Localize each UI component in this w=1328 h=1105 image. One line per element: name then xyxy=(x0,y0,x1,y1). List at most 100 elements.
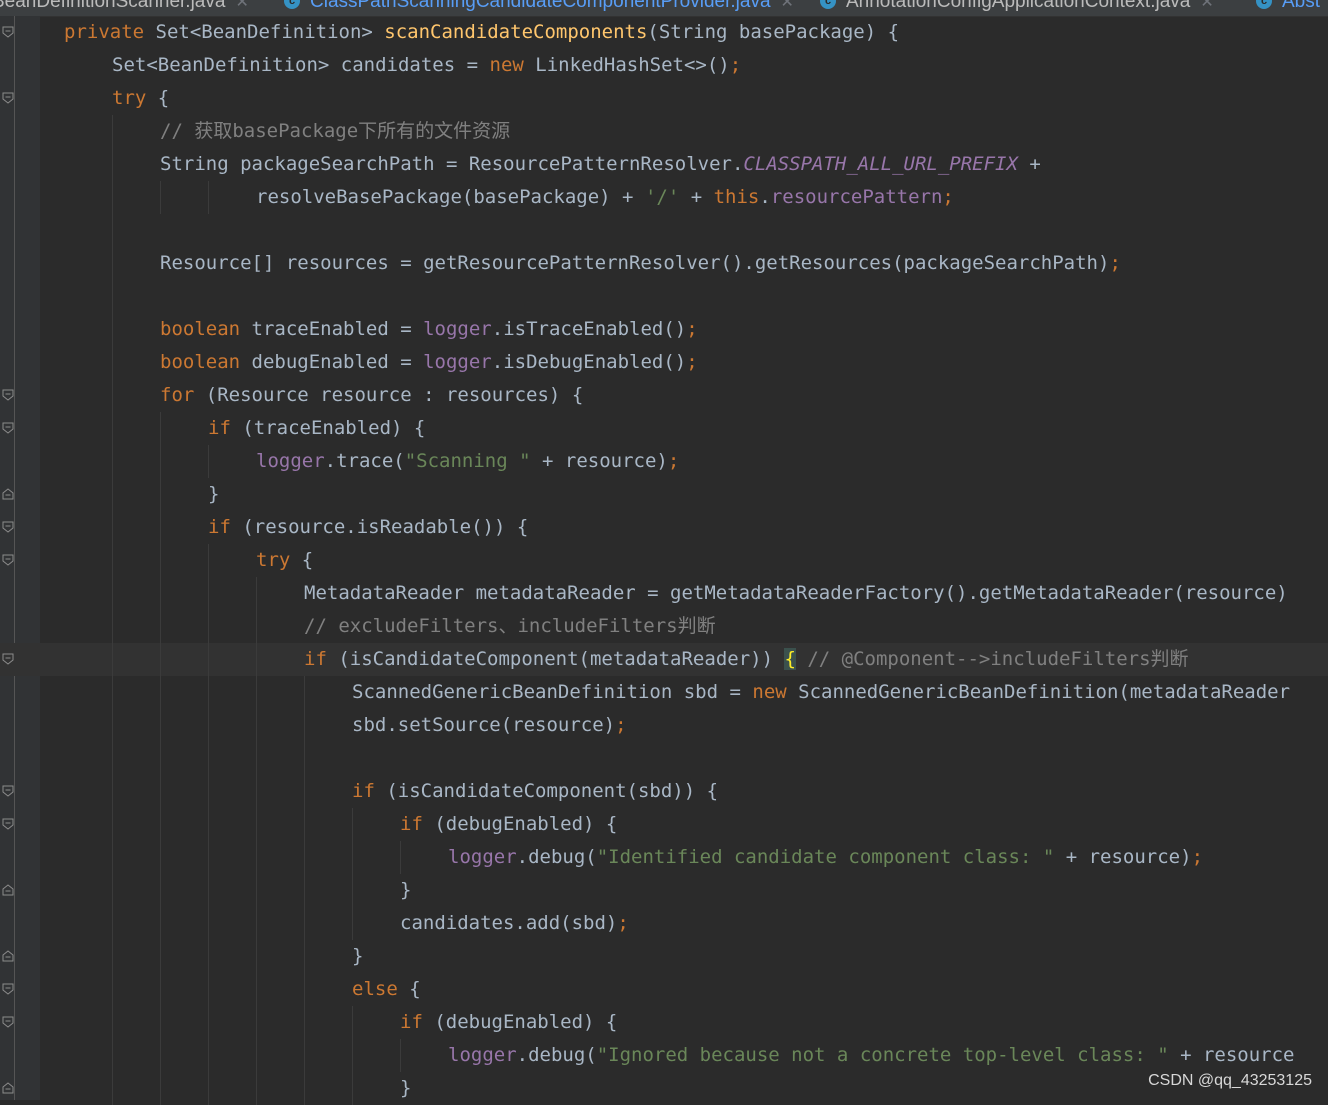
code-token: + resource) xyxy=(530,450,668,472)
fold-collapse-icon[interactable] xyxy=(2,983,14,995)
fold-collapse-icon[interactable] xyxy=(2,422,14,434)
indent-guide xyxy=(112,775,113,808)
code-line[interactable]: logger.debug("Ignored because not a conc… xyxy=(0,1039,1328,1072)
code-line[interactable]: if (debugEnabled) { xyxy=(0,808,1328,841)
close-icon[interactable]: ✕ xyxy=(1200,0,1213,11)
indent-guide xyxy=(112,808,113,841)
code-line[interactable] xyxy=(0,742,1328,775)
tab-bean-definition-scanner[interactable]: BeanDefinitionScanner.java ✕ xyxy=(0,0,255,16)
code-line[interactable]: } xyxy=(0,874,1328,907)
code-token: resourcePattern xyxy=(770,186,943,208)
code-token: { xyxy=(784,648,796,670)
code-line[interactable] xyxy=(0,280,1328,313)
editor-tab-bar: BeanDefinitionScanner.java ✕ c ClassPathSc… xyxy=(0,0,1328,17)
indent-guide xyxy=(304,742,305,775)
fold-end-icon[interactable] xyxy=(2,950,14,962)
indent-guide xyxy=(256,907,257,940)
code-line[interactable]: } xyxy=(0,1072,1328,1105)
code-token: (Resource resource : resources) { xyxy=(205,384,584,406)
indent-guide xyxy=(208,1039,209,1072)
code-token: new xyxy=(489,54,536,76)
code-line[interactable]: } xyxy=(0,478,1328,511)
fold-collapse-icon[interactable] xyxy=(2,389,14,401)
code-token: boolean xyxy=(160,351,252,373)
code-line[interactable]: boolean traceEnabled = logger.isTraceEna… xyxy=(0,313,1328,346)
indent-guide xyxy=(112,115,113,148)
code-line[interactable]: resolveBasePackage(basePackage) + '/' + … xyxy=(0,181,1328,214)
code-line[interactable]: boolean debugEnabled = logger.isDebugEna… xyxy=(0,346,1328,379)
code-line[interactable]: private Set<BeanDefinition> scanCandidat… xyxy=(0,16,1328,49)
code-line[interactable]: sbd.setSource(resource); xyxy=(0,709,1328,742)
code-token: scanCandidateComponents xyxy=(384,21,648,43)
indent-guide xyxy=(112,181,113,214)
indent-guide xyxy=(400,841,401,874)
indent-guide xyxy=(112,742,113,775)
indent-guide xyxy=(352,1072,353,1105)
fold-collapse-icon[interactable] xyxy=(2,521,14,533)
fold-end-icon[interactable] xyxy=(2,884,14,896)
code-line[interactable]: ScannedGenericBeanDefinition sbd = new S… xyxy=(0,676,1328,709)
code-line[interactable]: for (Resource resource : resources) { xyxy=(0,379,1328,412)
code-line[interactable] xyxy=(0,214,1328,247)
tab-classpath-scanning-provider[interactable]: c ClassPathScanningCandidateComponentProv… xyxy=(284,0,800,16)
tab-annotation-config-context[interactable]: c AnnotationConfigApplicationContext.java… xyxy=(820,0,1220,16)
code-line[interactable]: if (isCandidateComponent(metadataReader)… xyxy=(0,643,1328,676)
indent-guide xyxy=(352,841,353,874)
watermark: CSDN @qq_43253125 xyxy=(1148,1072,1312,1089)
code-line[interactable]: Resource[] resources = getResourcePatter… xyxy=(0,247,1328,280)
code-token: try xyxy=(256,549,302,571)
code-line[interactable]: if (traceEnabled) { xyxy=(0,412,1328,445)
tab-abstract[interactable]: c Abst xyxy=(1256,0,1326,16)
fold-collapse-icon[interactable] xyxy=(2,818,14,830)
code-line[interactable]: String packageSearchPath = ResourcePatte… xyxy=(0,148,1328,181)
fold-end-icon[interactable] xyxy=(2,1082,14,1094)
code-line[interactable]: Set<BeanDefinition> candidates = new Lin… xyxy=(0,49,1328,82)
code-line[interactable]: // 获取basePackage下所有的文件资源 xyxy=(0,115,1328,148)
code-editor[interactable]: private Set<BeanDefinition> scanCandidat… xyxy=(0,16,1328,1105)
code-token: ; xyxy=(942,186,954,208)
code-line[interactable]: else { xyxy=(0,973,1328,1006)
fold-collapse-icon[interactable] xyxy=(2,785,14,797)
code-line[interactable]: logger.debug("Identified candidate compo… xyxy=(0,841,1328,874)
code-line[interactable]: if (resource.isReadable()) { xyxy=(0,511,1328,544)
indent-guide xyxy=(256,808,257,841)
indent-guide xyxy=(112,577,113,610)
code-text: if (traceEnabled) { xyxy=(208,412,425,445)
code-token: LinkedHashSet<>() xyxy=(535,54,730,76)
indent-guide xyxy=(160,181,161,214)
fold-collapse-icon[interactable] xyxy=(2,26,14,38)
indent-guide xyxy=(352,1039,353,1072)
code-text: if (debugEnabled) { xyxy=(400,1006,617,1039)
code-line[interactable]: if (isCandidateComponent(sbd)) { xyxy=(0,775,1328,808)
fold-end-icon[interactable] xyxy=(2,488,14,500)
fold-collapse-icon[interactable] xyxy=(2,92,14,104)
indent-guide xyxy=(304,1072,305,1105)
indent-guide xyxy=(160,874,161,907)
indent-guide xyxy=(208,544,209,577)
code-token: logger xyxy=(423,318,492,340)
code-line[interactable]: MetadataReader metadataReader = getMetad… xyxy=(0,577,1328,610)
code-text: MetadataReader metadataReader = getMetad… xyxy=(304,577,1288,610)
code-text: candidates.add(sbd); xyxy=(400,907,629,940)
code-token: String packageSearchPath = ResourcePatte… xyxy=(160,153,744,175)
close-icon[interactable]: ✕ xyxy=(781,0,794,11)
code-line[interactable]: } xyxy=(0,940,1328,973)
code-line[interactable]: try { xyxy=(0,82,1328,115)
code-line[interactable]: if (debugEnabled) { xyxy=(0,1006,1328,1039)
indent-guide xyxy=(160,841,161,874)
fold-collapse-icon[interactable] xyxy=(2,653,14,665)
indent-guide xyxy=(112,478,113,511)
code-text: resolveBasePackage(basePackage) + '/' + … xyxy=(256,181,954,214)
indent-guide xyxy=(160,1039,161,1072)
indent-guide xyxy=(256,973,257,1006)
code-line[interactable]: candidates.add(sbd); xyxy=(0,907,1328,940)
close-icon[interactable]: ✕ xyxy=(235,0,248,11)
fold-collapse-icon[interactable] xyxy=(2,1016,14,1028)
code-line[interactable]: logger.trace("Scanning " + resource); xyxy=(0,445,1328,478)
code-text: for (Resource resource : resources) { xyxy=(160,379,583,412)
code-token: logger xyxy=(423,351,492,373)
code-text: logger.debug("Ignored because not a conc… xyxy=(448,1039,1295,1072)
fold-collapse-icon[interactable] xyxy=(2,554,14,566)
code-line[interactable]: // excludeFilters、includeFilters判断 xyxy=(0,610,1328,643)
code-line[interactable]: try { xyxy=(0,544,1328,577)
